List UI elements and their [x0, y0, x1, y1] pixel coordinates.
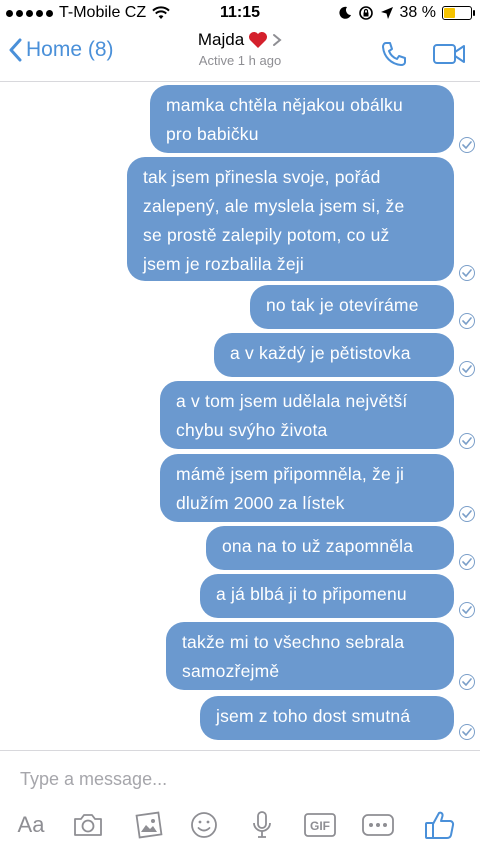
- text-format-button[interactable]: Aa: [14, 807, 48, 843]
- message-row: mamka chtěla nějakou obálku pro babičku: [0, 85, 480, 153]
- more-button[interactable]: [360, 807, 396, 843]
- gif-button[interactable]: GIF: [302, 807, 338, 843]
- like-icon: [425, 811, 455, 839]
- emoji-icon: [191, 812, 217, 838]
- sent-check-icon: [459, 554, 475, 570]
- message-bubble[interactable]: jsem z toho dost smutná: [200, 696, 454, 740]
- message-thread[interactable]: mamka chtěla nějakou obálku pro babičku t…: [0, 83, 480, 749]
- composer-toolbar: Aa GIF: [0, 807, 480, 847]
- photo-gallery-icon: [135, 811, 163, 839]
- microphone-icon: [253, 811, 271, 838]
- contact-info[interactable]: Majda Active 1 h ago: [0, 30, 480, 68]
- contact-name-row[interactable]: Majda: [198, 30, 282, 50]
- emoji-button[interactable]: [186, 807, 222, 843]
- sent-check-icon: [459, 361, 475, 377]
- photo-gallery-button[interactable]: [130, 807, 166, 843]
- message-row: takže mi to všechno sebrala samozřejmě: [0, 622, 480, 690]
- sent-check-icon: [459, 674, 475, 690]
- call-button[interactable]: [380, 40, 408, 73]
- sent-check-icon: [459, 602, 475, 618]
- battery-percent: 38 %: [399, 4, 436, 21]
- message-row: ona na to už zapomněla: [0, 526, 480, 570]
- video-camera-icon: [433, 44, 465, 64]
- status-bar: T-Mobile CZ 11:15 38 %: [0, 0, 480, 28]
- more-icon: [362, 814, 394, 836]
- message-row: mámě jsem připomněla, že ji dlužím 2000 …: [0, 454, 480, 522]
- rotation-lock-icon: [358, 6, 373, 20]
- message-bubble[interactable]: ona na to už zapomněla: [206, 526, 454, 570]
- gif-icon: GIF: [304, 813, 336, 837]
- sent-check-icon: [459, 313, 475, 329]
- message-bubble[interactable]: tak jsem přinesla svoje, pořád zalepený,…: [127, 157, 454, 281]
- video-call-button[interactable]: [432, 42, 466, 71]
- status-right: 38 %: [338, 4, 475, 22]
- message-row: a v tom jsem udělala největší chybu svýh…: [0, 381, 480, 449]
- message-row: jsem z toho dost smutná: [0, 696, 480, 740]
- message-bubble[interactable]: a já blbá ji to připomenu: [200, 574, 454, 618]
- sent-check-icon: [459, 137, 475, 153]
- gif-label: GIF: [310, 819, 330, 833]
- like-button[interactable]: [420, 807, 460, 843]
- sent-check-icon: [459, 433, 475, 449]
- moon-icon: [338, 6, 351, 19]
- contact-name: Majda: [197, 30, 245, 49]
- message-bubble[interactable]: a v každý je pětistovka: [214, 333, 454, 377]
- phone-icon: [382, 42, 406, 66]
- message-bubble[interactable]: takže mi to všechno sebrala samozřejmě: [166, 622, 454, 690]
- composer: Aa: [0, 750, 480, 854]
- sent-check-icon: [459, 506, 475, 522]
- message-bubble[interactable]: no tak je otevíráme: [250, 285, 454, 329]
- message-bubble[interactable]: mamka chtěla nějakou obálku pro babičku: [150, 85, 454, 153]
- message-row: a v každý je pětistovka: [0, 333, 480, 377]
- battery-icon: [442, 6, 475, 20]
- message-bubble[interactable]: mámě jsem připomněla, že ji dlužím 2000 …: [160, 454, 454, 522]
- chevron-right-icon: [273, 34, 282, 46]
- message-input[interactable]: [20, 769, 460, 790]
- heart-icon: [249, 32, 268, 48]
- message-bubble[interactable]: a v tom jsem udělala největší chybu svýh…: [160, 381, 454, 449]
- camera-icon: [74, 814, 102, 836]
- sent-check-icon: [459, 265, 475, 281]
- camera-button[interactable]: [70, 807, 106, 843]
- message-row: tak jsem přinesla svoje, pořád zalepený,…: [0, 157, 480, 281]
- location-icon: [380, 7, 393, 19]
- conversation-header: Home (8) Majda Active 1 h ago: [0, 28, 480, 82]
- message-row: no tak je otevíráme: [0, 285, 480, 329]
- contact-active-status: Active 1 h ago: [198, 53, 282, 68]
- battery-level: [444, 8, 455, 18]
- sent-check-icon: [459, 724, 475, 740]
- message-row: a já blbá ji to připomenu: [0, 574, 480, 618]
- voice-button[interactable]: [244, 807, 280, 843]
